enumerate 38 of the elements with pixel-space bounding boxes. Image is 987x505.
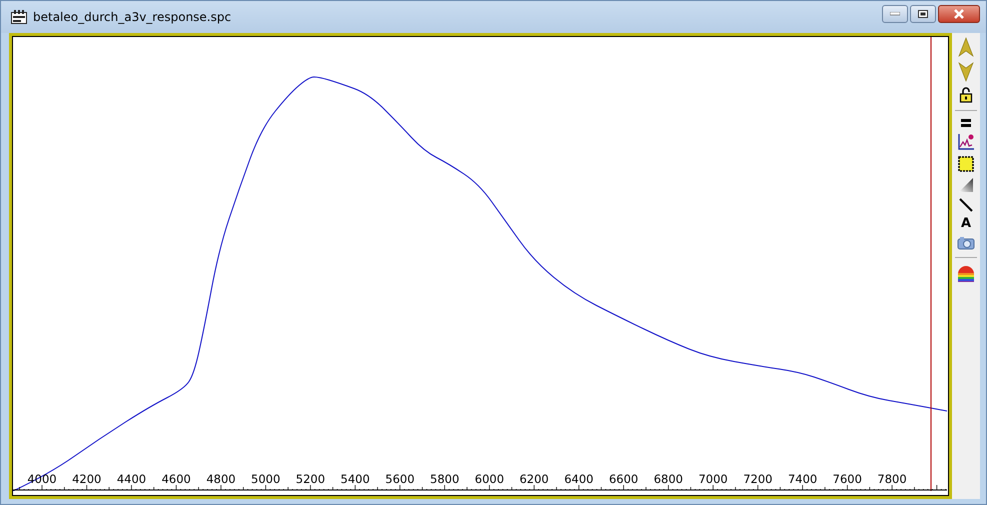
text-tool-button[interactable]: A: [960, 217, 972, 231]
x-tick-label: 6000: [474, 472, 504, 486]
camera-icon[interactable]: [957, 236, 975, 250]
app-icon: [11, 10, 27, 24]
line-icon[interactable]: [959, 198, 973, 212]
window-title: betaleo_durch_a3v_response.spc: [33, 10, 232, 24]
down-arrow-icon[interactable]: [958, 62, 974, 82]
maximize-icon: [918, 10, 928, 18]
equal-icon[interactable]: [960, 118, 972, 128]
selection-icon[interactable]: [958, 156, 974, 172]
x-tick-label: 4600: [162, 472, 191, 486]
minimize-button[interactable]: [882, 5, 908, 23]
x-tick-label: 6800: [654, 472, 683, 486]
x-tick-label: 5600: [385, 472, 415, 486]
maximize-button[interactable]: [910, 5, 936, 23]
gradient-icon[interactable]: [958, 177, 974, 193]
x-tick-label: 4400: [116, 472, 146, 486]
x-tick-label: 6600: [608, 472, 638, 486]
x-tick-label: 5000: [251, 472, 280, 486]
minimize-icon: [890, 12, 900, 16]
x-tick-label: 6200: [520, 472, 549, 486]
x-tick-label: 5400: [340, 472, 370, 486]
x-tick-label: 6400: [564, 472, 594, 486]
x-tick-label: 5800: [430, 472, 460, 486]
rainbow-icon[interactable]: [957, 265, 975, 283]
close-icon: [953, 9, 965, 19]
x-tick-label: 7600: [832, 472, 862, 486]
x-tick-label: 7800: [877, 472, 907, 486]
x-tick-label: 4800: [206, 472, 236, 486]
x-tick-label: 4200: [72, 472, 102, 486]
close-button[interactable]: [938, 5, 980, 23]
up-arrow-icon[interactable]: [958, 37, 974, 57]
x-tick-label: 7000: [698, 472, 728, 486]
lock-icon[interactable]: [959, 87, 973, 103]
x-tick-label: 5200: [296, 472, 326, 486]
x-tick-label: 7400: [788, 472, 818, 486]
x-tick-label: 7200: [743, 472, 772, 486]
chart-icon[interactable]: [957, 133, 975, 151]
